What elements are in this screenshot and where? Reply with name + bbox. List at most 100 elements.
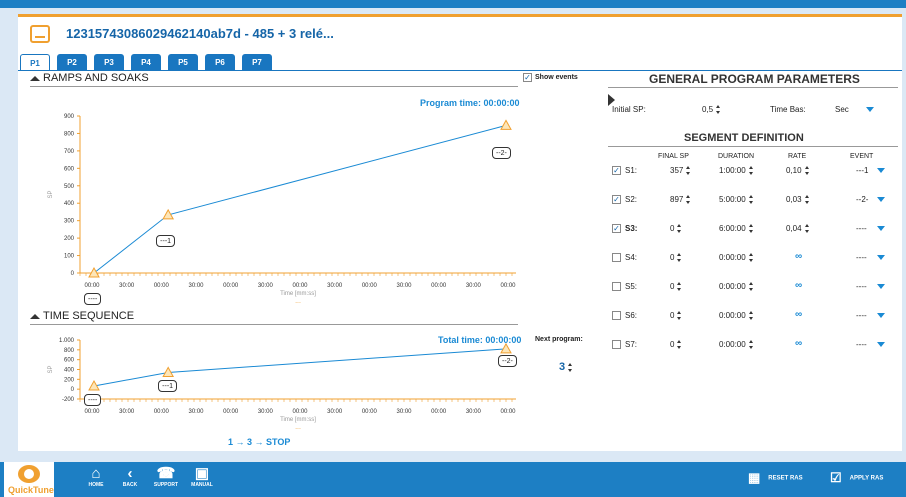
- final-sp-stepper[interactable]: 0: [670, 253, 682, 263]
- ramps-y-tick-label: 700: [64, 149, 75, 155]
- event-dropdown-icon[interactable]: [877, 342, 885, 347]
- stepper-arrows-icon[interactable]: [748, 340, 754, 350]
- time-base-dropdown-icon[interactable]: [866, 107, 874, 112]
- tab-p2[interactable]: P2: [57, 54, 87, 70]
- final-sp-stepper[interactable]: 357: [670, 166, 691, 176]
- segment-checkbox[interactable]: ✓: [612, 166, 621, 175]
- rate-stepper[interactable]: ∞: [795, 338, 802, 349]
- sequence-x-tick-label: 00:00: [500, 409, 516, 415]
- manual-button[interactable]: ▣ MANUAL: [186, 465, 218, 488]
- event-select[interactable]: ----: [856, 253, 867, 262]
- apply-label: APPLY RAS: [849, 475, 884, 482]
- duration-stepper[interactable]: 0:00:00: [719, 311, 754, 321]
- stepper-arrows-icon[interactable]: [748, 224, 754, 234]
- home-label: HOME: [88, 482, 104, 488]
- tab-p6[interactable]: P6: [205, 54, 235, 70]
- event-dropdown-icon[interactable]: [877, 284, 885, 289]
- rate-stepper[interactable]: 0,04: [786, 224, 810, 234]
- event-select[interactable]: ----: [856, 340, 867, 349]
- rate-stepper[interactable]: ∞: [795, 309, 802, 320]
- stepper-arrows-icon[interactable]: [677, 224, 682, 234]
- event-select[interactable]: ----: [856, 224, 867, 233]
- duration-stepper[interactable]: 0:00:00: [719, 253, 754, 263]
- stepper-arrows-icon[interactable]: [686, 195, 691, 205]
- sequence-x-axis-label: Time [mm:ss]: [280, 417, 316, 423]
- ramps-heading-text: RAMPS AND SOAKS: [43, 72, 149, 84]
- tab-p4[interactable]: P4: [131, 54, 161, 70]
- duration-stepper[interactable]: 0:00:00: [719, 340, 754, 350]
- tab-p1[interactable]: P1: [20, 54, 50, 70]
- ramps-event-callout: ---1: [156, 234, 176, 247]
- rate-stepper[interactable]: ∞: [795, 251, 802, 262]
- home-button[interactable]: ⌂ HOME: [84, 465, 108, 488]
- stepper-arrows-icon[interactable]: [804, 195, 810, 205]
- back-button[interactable]: ‹ BACK: [118, 465, 142, 488]
- stepper-arrows-icon[interactable]: [677, 340, 682, 350]
- rate-stepper[interactable]: 0,10: [786, 166, 810, 176]
- segment-checkbox[interactable]: [612, 253, 621, 262]
- final-sp-stepper[interactable]: 0: [670, 282, 682, 292]
- event-dropdown-icon[interactable]: [877, 313, 885, 318]
- final-sp-value: 0: [670, 224, 675, 233]
- stepper-arrows-icon[interactable]: [716, 105, 721, 115]
- reset-ras-button[interactable]: ▦ RESET RAS: [748, 470, 808, 486]
- final-sp-stepper[interactable]: 0: [670, 224, 682, 234]
- ramps-x-tick-label: 30:00: [258, 283, 274, 289]
- segment-checkbox[interactable]: [612, 340, 621, 349]
- event-select[interactable]: ----: [856, 282, 867, 291]
- segment-checkbox[interactable]: ✓: [612, 195, 621, 204]
- tab-p5[interactable]: P5: [168, 54, 198, 70]
- duration-stepper[interactable]: 6:00:00: [719, 224, 754, 234]
- ramps-y-tick-label: 400: [64, 201, 75, 207]
- stepper-arrows-icon[interactable]: [748, 282, 754, 292]
- event-dropdown-icon[interactable]: [877, 255, 885, 260]
- event-dropdown-icon[interactable]: [877, 197, 885, 202]
- time-sequence-heading[interactable]: TIME SEQUENCE: [30, 310, 134, 322]
- stepper-arrows-icon[interactable]: [686, 166, 691, 176]
- show-events-label: Show events: [535, 74, 578, 81]
- stepper-arrows-icon[interactable]: [748, 253, 754, 263]
- duration-stepper[interactable]: 0:00:00: [719, 282, 754, 292]
- segment-checkbox[interactable]: ✓: [612, 224, 621, 233]
- ramps-y-tick-label: 900: [64, 114, 75, 120]
- show-events-checkbox[interactable]: ✓: [523, 73, 532, 82]
- initial-sp-stepper[interactable]: 0,5: [702, 105, 721, 115]
- sequence-y-tick-label: 1.000: [59, 338, 75, 344]
- tab-p7[interactable]: P7: [242, 54, 272, 70]
- event-select[interactable]: --2-: [856, 195, 868, 204]
- stepper-arrows-icon[interactable]: [748, 311, 754, 321]
- event-select[interactable]: ----: [856, 311, 867, 320]
- ramps-heading[interactable]: RAMPS AND SOAKS: [30, 72, 149, 84]
- duration-stepper[interactable]: 1:00:00: [719, 166, 754, 176]
- event-select[interactable]: ---1: [856, 166, 868, 175]
- ramps-x-tick-label: 30:00: [119, 283, 135, 289]
- segment-checkbox[interactable]: [612, 311, 621, 320]
- final-sp-stepper[interactable]: 897: [670, 195, 691, 205]
- event-dropdown-icon[interactable]: [877, 168, 885, 173]
- general-rule: [608, 87, 898, 88]
- stepper-arrows-icon[interactable]: [677, 282, 682, 292]
- stepper-arrows-icon[interactable]: [804, 166, 810, 176]
- segments-rule: [608, 146, 898, 147]
- segment-checkbox[interactable]: [612, 282, 621, 291]
- stepper-arrows-icon[interactable]: [677, 253, 682, 263]
- stepper-arrows-icon[interactable]: [677, 311, 682, 321]
- event-dropdown-icon[interactable]: [877, 226, 885, 231]
- support-button[interactable]: ☎ SUPPORT: [150, 465, 182, 488]
- rate-stepper[interactable]: 0,03: [786, 195, 810, 205]
- duration-stepper[interactable]: 5:00:00: [719, 195, 754, 205]
- final-sp-stepper[interactable]: 0: [670, 311, 682, 321]
- time-sequence-rule: [30, 324, 518, 325]
- next-program-stepper[interactable]: 3: [559, 361, 573, 373]
- apply-ras-button[interactable]: ☑ APPLY RAS: [830, 470, 894, 486]
- tab-p3[interactable]: P3: [94, 54, 124, 70]
- final-sp-stepper[interactable]: 0: [670, 340, 682, 350]
- stepper-arrows-icon[interactable]: [748, 166, 754, 176]
- logo-icon: [18, 465, 40, 483]
- ramps-y-tick-label: 600: [64, 166, 75, 172]
- stepper-arrows-icon[interactable]: [748, 195, 754, 205]
- time-base-select[interactable]: Sec: [835, 105, 849, 114]
- stepper-arrows-icon[interactable]: [568, 362, 573, 372]
- rate-stepper[interactable]: ∞: [795, 280, 802, 291]
- stepper-arrows-icon[interactable]: [804, 224, 810, 234]
